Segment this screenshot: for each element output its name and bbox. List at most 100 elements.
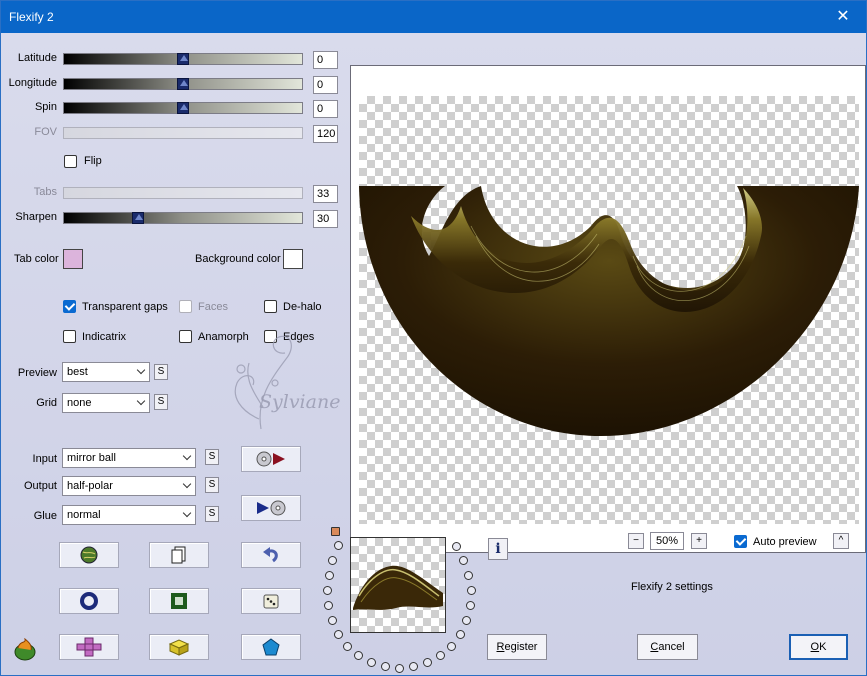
ok-button[interactable]: OK: [789, 634, 848, 660]
flip-checkbox[interactable]: [64, 155, 77, 168]
undo-icon: [263, 547, 278, 563]
preview-image: [359, 186, 859, 436]
orbit-dot[interactable]: [343, 642, 352, 651]
anamorph-checkbox[interactable]: [179, 330, 192, 343]
register-button[interactable]: Register: [487, 634, 547, 660]
sharpen-thumb[interactable]: [132, 212, 144, 224]
longitude-slider[interactable]: [63, 78, 303, 90]
globe-button[interactable]: [59, 542, 119, 568]
info-button[interactable]: i: [488, 538, 508, 560]
zoom-out-button[interactable]: −: [628, 533, 644, 549]
tab-color-swatch[interactable]: [63, 249, 83, 269]
input-s-button[interactable]: S: [205, 449, 219, 465]
sharpen-slider[interactable]: [63, 212, 303, 224]
grid-s-button[interactable]: S: [154, 394, 168, 410]
flip-label: Flip: [84, 155, 102, 167]
orbit-dot[interactable]: [464, 571, 473, 580]
chevron-down-icon: [136, 396, 146, 406]
orbit-dot[interactable]: [395, 664, 404, 673]
orbit-dot[interactable]: [328, 616, 337, 625]
dehalo-checkbox[interactable]: [264, 300, 277, 313]
longitude-thumb[interactable]: [177, 78, 189, 90]
close-button[interactable]: ✕: [820, 1, 866, 33]
orbit-dot[interactable]: [334, 541, 343, 550]
flexify-dialog: Flexify 2 ✕ Latitude 0 Longitude 0 Spin …: [0, 0, 867, 676]
orbit-dot[interactable]: [367, 658, 376, 667]
glue-select[interactable]: normal: [62, 505, 196, 525]
orbit-dot[interactable]: [436, 651, 445, 660]
preview-s-button[interactable]: S: [154, 364, 168, 380]
copy-button[interactable]: [149, 542, 209, 568]
spin-slider[interactable]: [63, 102, 303, 114]
indicatrix-checkbox[interactable]: [63, 330, 76, 343]
output-label: Output: [23, 480, 57, 492]
cancel-button[interactable]: Cancel: [637, 634, 698, 660]
cancel-label: ancel: [658, 641, 685, 653]
dice-icon: [263, 594, 279, 609]
preview-canvas[interactable]: [350, 65, 866, 553]
orbit-dot[interactable]: [462, 616, 471, 625]
chevron-down-icon: [182, 451, 192, 461]
orbit-dot[interactable]: [456, 630, 465, 639]
orbit-dot[interactable]: [459, 556, 468, 565]
fov-slider: [63, 127, 303, 139]
pentagon-icon: [262, 638, 280, 656]
sharpen-value[interactable]: 30: [313, 210, 338, 228]
fov-value[interactable]: 120: [313, 125, 338, 143]
collapse-button[interactable]: ^: [833, 533, 849, 549]
orbit-dot[interactable]: [452, 542, 461, 551]
output-s-button[interactable]: S: [205, 477, 219, 493]
orbit-dot[interactable]: [467, 586, 476, 595]
glue-select-value: normal: [67, 509, 101, 521]
frame-button[interactable]: [149, 588, 209, 614]
orbit-dot[interactable]: [328, 556, 337, 565]
orbit-dot[interactable]: [447, 642, 456, 651]
spin-value[interactable]: 0: [313, 100, 338, 118]
sharpen-label: Sharpen: [15, 211, 57, 223]
input-select[interactable]: mirror ball: [62, 448, 196, 468]
orbit-dot[interactable]: [334, 630, 343, 639]
ring-button[interactable]: [59, 588, 119, 614]
orbit-dot[interactable]: [323, 586, 332, 595]
orbit-dot[interactable]: [409, 662, 418, 671]
save-preset-button[interactable]: [241, 495, 301, 521]
undo-button[interactable]: [241, 542, 301, 568]
tab-color-label: Tab color: [14, 253, 59, 265]
background-color-swatch[interactable]: [283, 249, 303, 269]
transparent-gaps-checkbox[interactable]: [63, 300, 76, 313]
thumbnail-preview[interactable]: [350, 537, 446, 633]
orbit-handle[interactable]: [331, 527, 340, 536]
output-select[interactable]: half-polar: [62, 476, 196, 496]
tabs-slider: [63, 187, 303, 199]
faces-checkbox: [179, 300, 192, 313]
latitude-value[interactable]: 0: [313, 51, 338, 69]
register-label: egister: [504, 641, 538, 653]
latitude-thumb[interactable]: [177, 53, 189, 65]
longitude-value[interactable]: 0: [313, 76, 338, 94]
glue-s-button[interactable]: S: [205, 506, 219, 522]
orbit-dot[interactable]: [466, 601, 475, 610]
window-title: Flexify 2: [9, 10, 54, 24]
thumbnail-image: [353, 565, 443, 610]
load-preset-button[interactable]: [241, 446, 301, 472]
spin-thumb[interactable]: [177, 102, 189, 114]
random-button[interactable]: [241, 588, 301, 614]
orbit-dot[interactable]: [423, 658, 432, 667]
tabs-value[interactable]: 33: [313, 185, 338, 203]
cube-button[interactable]: [149, 634, 209, 660]
auto-preview-checkbox[interactable]: [734, 535, 747, 548]
latitude-slider[interactable]: [63, 53, 303, 65]
preview-select[interactable]: best: [62, 362, 150, 382]
orbit-dot[interactable]: [381, 662, 390, 671]
watermark-text: Sylviane: [259, 391, 341, 413]
disc-to-arrow-icon: [256, 451, 285, 467]
orbit-dot[interactable]: [354, 651, 363, 660]
chevron-down-icon: [136, 365, 146, 375]
orbit-dot[interactable]: [324, 601, 333, 610]
ok-label: K: [819, 641, 827, 653]
cross-button[interactable]: [59, 634, 119, 660]
orbit-dot[interactable]: [325, 571, 334, 580]
zoom-in-button[interactable]: +: [691, 533, 707, 549]
grid-select[interactable]: none: [62, 393, 150, 413]
pentagon-button[interactable]: [241, 634, 301, 660]
